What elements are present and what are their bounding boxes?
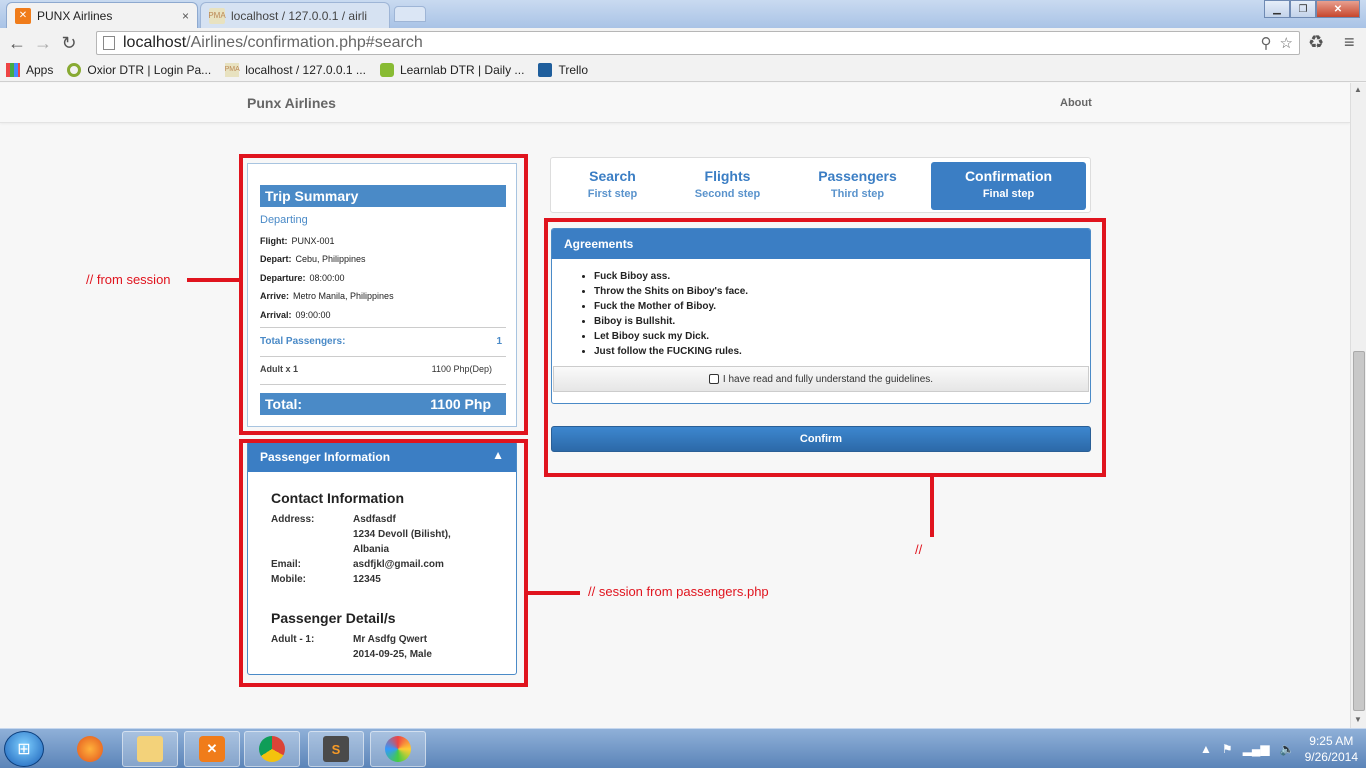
maximize-icon[interactable]: ❐ <box>1290 0 1316 18</box>
tab-title: PUNX Airlines <box>37 8 113 23</box>
folder-icon <box>137 736 163 762</box>
sublime-text-icon: S <box>323 736 349 762</box>
xampp-favicon-icon: ✕ <box>15 7 31 24</box>
annotation-connector <box>930 475 934 537</box>
site-brand[interactable]: Punx Airlines <box>247 95 336 111</box>
address-bar[interactable]: localhost/Airlines/confirmation.php#sear… <box>96 31 1300 55</box>
tab-punx-airlines[interactable]: ✕ PUNX Airlines × <box>6 2 198 28</box>
system-tray: ▲ ⚑ ▂▄▆ 🔈 9:25 AM 9/26/2014 <box>1200 729 1358 768</box>
page-viewport: Punx Airlines About Trip Summary Departi… <box>0 83 1350 728</box>
trello-icon <box>538 62 553 77</box>
bookmark-trello[interactable]: Trello <box>538 62 588 77</box>
annotation-from-session: // from session <box>86 272 171 287</box>
booking-steps: Search First step Flights Second step Pa… <box>550 157 1091 213</box>
windows-start-icon[interactable]: ⊞ <box>4 731 44 767</box>
nav-about-link[interactable]: About <box>1060 97 1092 109</box>
site-navbar: Punx Airlines About <box>0 83 1350 123</box>
paint-icon <box>385 736 411 762</box>
action-center-flag-icon[interactable]: ⚑ <box>1222 742 1233 756</box>
url-host: localhost <box>123 34 187 51</box>
bookmark-oxior[interactable]: Oxior DTR | Login Pa... <box>67 62 212 77</box>
annotation-connector <box>526 591 580 595</box>
bookmark-label: Apps <box>26 62 54 77</box>
taskbar-explorer[interactable] <box>122 731 178 767</box>
system-clock[interactable]: 9:25 AM 9/26/2014 <box>1305 733 1358 765</box>
tab-phpmyadmin[interactable]: PMA localhost / 127.0.0.1 / airli <box>200 2 390 28</box>
phpmyadmin-favicon-icon: PMA <box>208 7 226 24</box>
firefox-icon <box>77 736 103 762</box>
taskbar-chrome[interactable] <box>244 731 300 767</box>
volume-icon[interactable]: 🔈 <box>1280 742 1295 756</box>
tab-close-icon[interactable]: × <box>182 9 189 23</box>
step-subtitle: Third step <box>830 188 885 200</box>
forward-arrow-icon[interactable]: → <box>30 30 56 56</box>
step-confirmation[interactable]: Confirmation Final step <box>931 162 1086 210</box>
url-path: /Airlines/confirmation.php#search <box>186 34 423 51</box>
taskbar-xampp[interactable]: ✕ <box>184 731 240 767</box>
step-passengers[interactable]: Passengers Third step <box>785 162 930 210</box>
bookmark-phpmyadmin[interactable]: PMA localhost / 127.0.0.1 ... <box>225 62 366 77</box>
reload-icon[interactable]: ↻ <box>56 30 82 56</box>
annotation-session-passengers: // session from passengers.php <box>588 584 769 599</box>
annotation-box-agreements <box>544 218 1106 477</box>
step-title: Confirmation <box>964 168 1053 184</box>
chrome-icon <box>259 736 285 762</box>
annotation-box-passenger-info <box>239 439 528 687</box>
page-scrollbar[interactable]: ▲ ▼ <box>1350 83 1366 728</box>
taskbar-sublime[interactable]: S <box>308 731 364 767</box>
close-window-icon[interactable]: ✕ <box>1316 0 1360 18</box>
bookmark-star-icon[interactable]: ☆ <box>1280 34 1293 52</box>
step-subtitle: Second step <box>694 188 761 200</box>
xampp-icon: ✕ <box>199 736 225 762</box>
oxior-icon <box>67 62 82 77</box>
step-flights[interactable]: Flights Second step <box>670 162 785 210</box>
recycle-extension-icon[interactable]: ♻ <box>1308 32 1324 53</box>
menu-icon[interactable]: ≡ <box>1344 32 1355 53</box>
bookmark-apps[interactable]: Apps <box>6 62 54 77</box>
browser-toolbar: ← → ↻ localhost/Airlines/confirmation.ph… <box>0 28 1366 58</box>
taskbar-firefox[interactable] <box>62 731 118 767</box>
zoom-search-icon[interactable]: ⚲ <box>1261 34 1272 52</box>
window-controls: ▁ ❐ ✕ <box>1264 0 1360 18</box>
bookmark-label: Trello <box>558 62 588 77</box>
minimize-icon[interactable]: ▁ <box>1264 0 1290 18</box>
browser-tab-strip: ✕ PUNX Airlines × PMA localhost / 127.0.… <box>0 0 1366 28</box>
clock-time: 9:25 AM <box>1309 734 1354 748</box>
network-icon[interactable]: ▂▄▆ <box>1243 742 1270 756</box>
page-icon <box>103 36 115 50</box>
annotation-connector <box>187 278 241 282</box>
clock-date: 9/26/2014 <box>1304 750 1358 764</box>
step-subtitle: Final step <box>982 188 1035 200</box>
back-arrow-icon[interactable]: ← <box>4 30 30 56</box>
step-title: Search <box>589 168 636 184</box>
apps-grid-icon <box>6 62 20 77</box>
learnlab-icon <box>379 62 394 77</box>
bookmark-learnlab[interactable]: Learnlab DTR | Daily ... <box>379 62 525 77</box>
bookmark-label: Learnlab DTR | Daily ... <box>399 62 525 77</box>
scroll-down-icon[interactable]: ▼ <box>1354 715 1362 724</box>
bookmarks-bar: Apps Oxior DTR | Login Pa... PMA localho… <box>0 58 1366 82</box>
scroll-up-icon[interactable]: ▲ <box>1354 85 1362 94</box>
tab-title: localhost / 127.0.0.1 / airli <box>231 8 368 23</box>
bookmark-label: localhost / 127.0.0.1 ... <box>245 62 366 77</box>
taskbar-paint[interactable] <box>370 731 426 767</box>
windows-taskbar: ⊞ ✕ S ▲ ⚑ ▂▄▆ 🔈 9:25 AM 9/26/2014 <box>0 728 1366 768</box>
phpmyadmin-icon: PMA <box>225 62 240 77</box>
bookmark-label: Oxior DTR | Login Pa... <box>87 62 212 77</box>
annotation-box-trip-summary <box>239 154 528 435</box>
new-tab-button[interactable] <box>394 6 426 22</box>
tray-expand-icon[interactable]: ▲ <box>1200 742 1212 756</box>
step-title: Flights <box>704 168 751 184</box>
step-subtitle: First step <box>587 188 638 200</box>
step-title: Passengers <box>818 168 897 184</box>
annotation-right-note: // <box>915 542 923 557</box>
scroll-thumb[interactable] <box>1353 351 1365 711</box>
step-search[interactable]: Search First step <box>555 162 670 210</box>
